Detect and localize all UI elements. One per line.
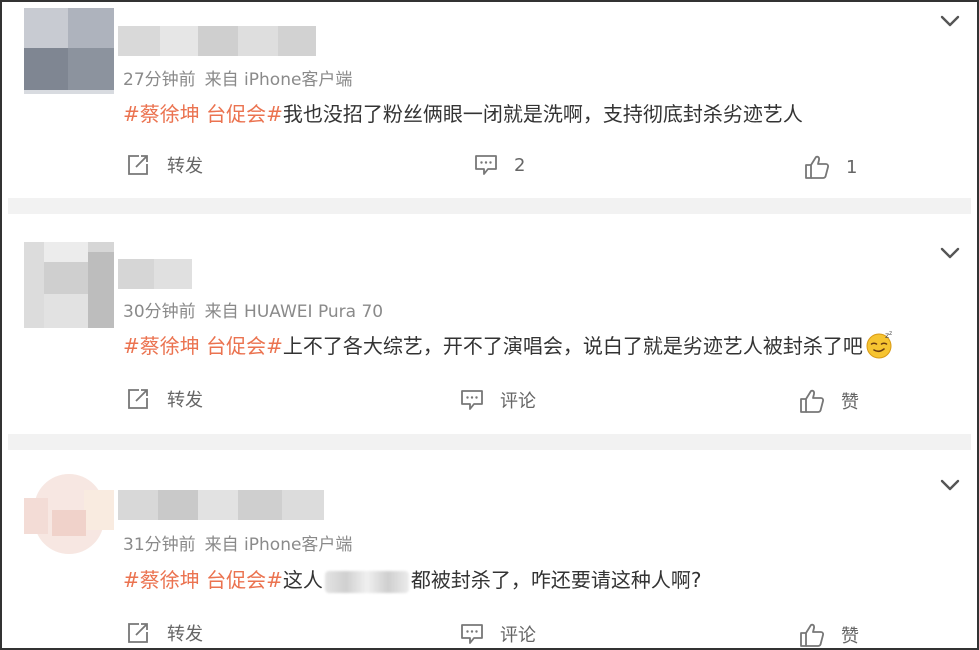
comment-body-end: 都被封杀了，咋还要请这种人啊? bbox=[410, 568, 702, 592]
comment-text: #蔡徐坤 台促会#这人 都被封杀了，咋还要请这种人啊? bbox=[123, 564, 702, 593]
like-button[interactable]: 1 bbox=[804, 154, 857, 180]
thumbs-up-icon bbox=[800, 623, 825, 647]
repost-button[interactable]: 转发 bbox=[125, 386, 203, 412]
repost-label: 转发 bbox=[167, 390, 203, 411]
comment-card: 31分钟前 来自 iPhone客户端 #蔡徐坤 台促会#这人 都被封杀了，咋还要请这… bbox=[8, 450, 971, 648]
like-label: 赞 bbox=[841, 626, 859, 647]
comment-body: 我也没招了粉丝俩眼一闭就是洗啊，支持彻底封杀劣迹艺人 bbox=[282, 102, 803, 126]
avatar[interactable] bbox=[24, 8, 114, 94]
avatar[interactable] bbox=[24, 470, 114, 556]
comment-card: 27分钟前 来自 iPhone客户端 #蔡徐坤 台促会#我也没招了粉丝俩眼一闭就是… bbox=[8, 2, 971, 198]
comment-time: 30分钟前 bbox=[123, 302, 196, 322]
comment-label: 评论 bbox=[500, 391, 536, 412]
comment-icon bbox=[461, 390, 483, 410]
chevron-down-icon[interactable] bbox=[939, 10, 961, 32]
chevron-down-icon[interactable] bbox=[939, 474, 961, 496]
avatar[interactable] bbox=[24, 242, 114, 328]
comment-source: 来自 HUAWEI Pura 70 bbox=[204, 302, 384, 322]
comment-button[interactable]: 评论 bbox=[460, 387, 536, 413]
share-icon bbox=[128, 155, 148, 175]
hashtag-link[interactable]: #蔡徐坤 台促会# bbox=[123, 102, 283, 126]
like-count: 1 bbox=[846, 156, 858, 178]
thumbs-up-icon bbox=[800, 389, 825, 413]
like-button[interactable]: 赞 bbox=[799, 388, 859, 414]
comment-icon bbox=[461, 624, 483, 644]
smirk-emoji-icon: z z bbox=[865, 330, 895, 365]
comment-body-start: 这人 bbox=[282, 568, 323, 592]
repost-button[interactable]: 转发 bbox=[125, 620, 203, 646]
comment-icon bbox=[475, 155, 497, 175]
comment-count: 2 bbox=[514, 154, 526, 176]
comment-text: #蔡徐坤 台促会#上不了各大综艺，开不了演唱会，说白了就是劣迹艺人被封杀了吧 z… bbox=[123, 330, 895, 365]
comment-feed: 27分钟前 来自 iPhone客户端 #蔡徐坤 台促会#我也没招了粉丝俩眼一闭就是… bbox=[0, 0, 979, 650]
thumbs-up-icon bbox=[805, 155, 830, 179]
share-icon bbox=[128, 389, 148, 409]
username-blurred[interactable] bbox=[118, 490, 324, 520]
repost-label: 转发 bbox=[167, 624, 203, 645]
username-blurred[interactable] bbox=[118, 26, 316, 56]
repost-label: 转发 bbox=[167, 156, 203, 177]
redacted-text bbox=[324, 570, 409, 593]
username-blurred[interactable] bbox=[118, 259, 192, 289]
like-label: 赞 bbox=[841, 392, 859, 413]
comment-button[interactable]: 评论 bbox=[460, 621, 536, 647]
comment-text: #蔡徐坤 台促会#我也没招了粉丝俩眼一闭就是洗啊，支持彻底封杀劣迹艺人 bbox=[123, 98, 803, 127]
comment-meta: 30分钟前 来自 HUAWEI Pura 70 bbox=[123, 297, 383, 322]
comment-meta: 31分钟前 来自 iPhone客户端 bbox=[123, 530, 352, 555]
chevron-down-icon[interactable] bbox=[939, 242, 961, 264]
comment-source: 来自 iPhone客户端 bbox=[204, 535, 353, 555]
divider bbox=[8, 198, 971, 214]
hashtag-link[interactable]: #蔡徐坤 台促会# bbox=[123, 334, 283, 358]
comment-button[interactable]: 2 bbox=[474, 154, 525, 176]
share-icon bbox=[128, 623, 148, 643]
comment-time: 27分钟前 bbox=[123, 70, 196, 90]
comment-time: 31分钟前 bbox=[123, 535, 196, 555]
comment-card: 30分钟前 来自 HUAWEI Pura 70 #蔡徐坤 台促会#上不了各大综艺，… bbox=[8, 214, 971, 434]
comment-meta: 27分钟前 来自 iPhone客户端 bbox=[123, 65, 352, 90]
comment-source: 来自 iPhone客户端 bbox=[204, 70, 353, 90]
hashtag-link[interactable]: #蔡徐坤 台促会# bbox=[123, 568, 283, 592]
like-button[interactable]: 赞 bbox=[799, 622, 859, 648]
divider bbox=[8, 434, 971, 450]
svg-text:z: z bbox=[889, 330, 892, 337]
repost-button[interactable]: 转发 bbox=[125, 152, 203, 178]
comment-label: 评论 bbox=[500, 625, 536, 646]
comment-body: 上不了各大综艺，开不了演唱会，说白了就是劣迹艺人被封杀了吧 bbox=[282, 334, 863, 358]
